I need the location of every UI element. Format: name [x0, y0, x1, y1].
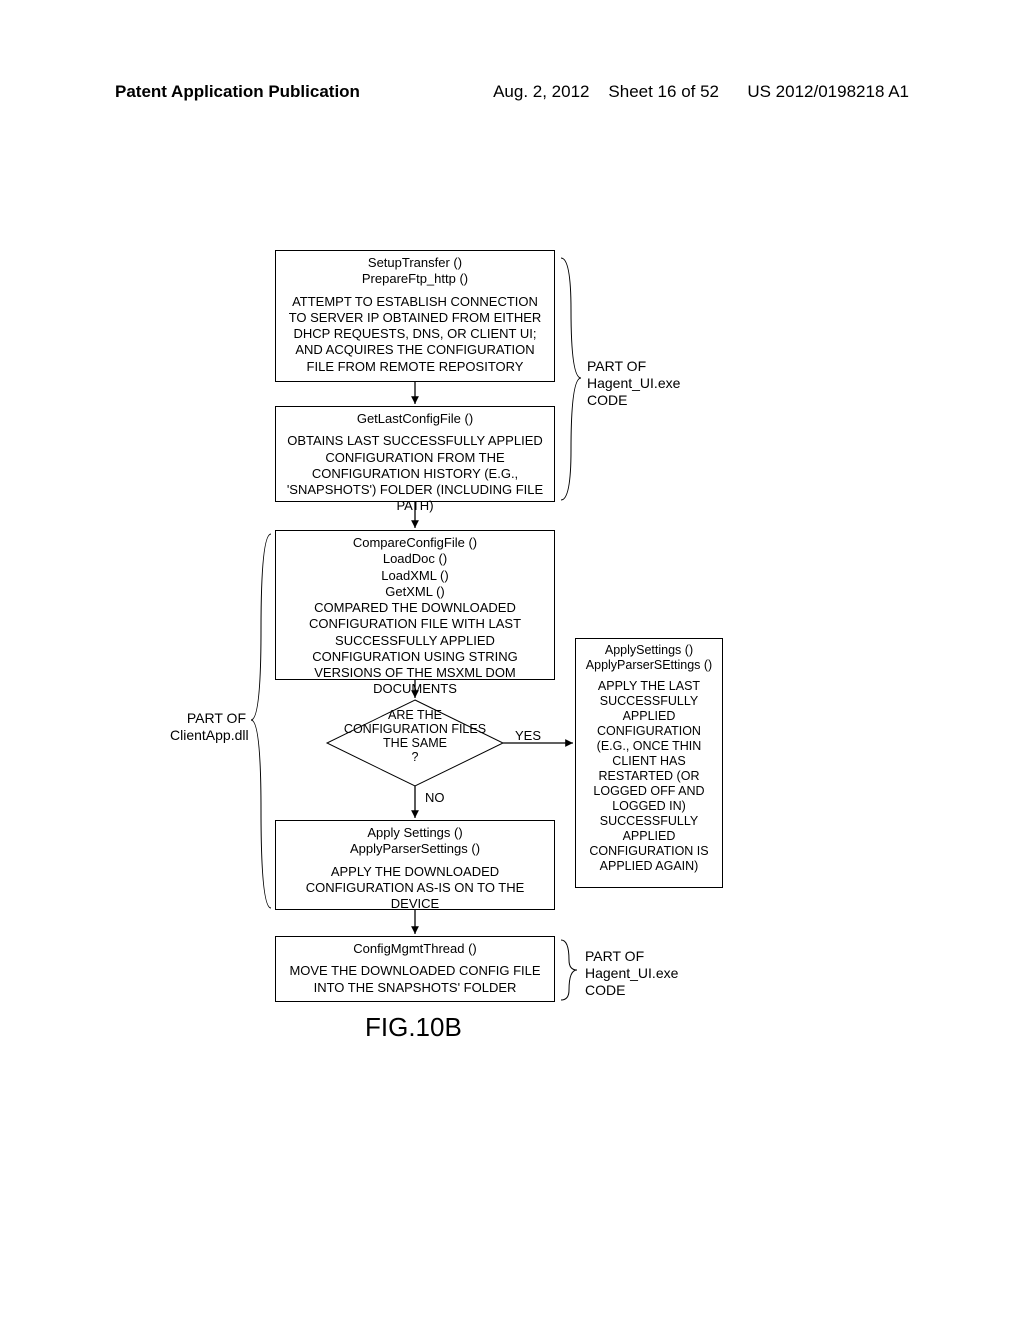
box-applydown-head: Apply Settings () ApplyParserSettings ()	[282, 825, 548, 858]
label-hagent-top: PART OF Hagent_UI.exe CODE	[587, 358, 680, 408]
box-applydown-body: APPLY THE DOWNLOADED CONFIGURATION AS-IS…	[282, 864, 548, 913]
box-compare-head: CompareConfigFile () LoadDoc () LoadXML …	[282, 535, 548, 600]
label-hagent-bottom: PART OF Hagent_UI.exe CODE	[585, 948, 678, 998]
decision-text: ARE THE CONFIGURATION FILES THE SAME ?	[335, 708, 495, 764]
box-compare: CompareConfigFile () LoadDoc () LoadXML …	[275, 530, 555, 680]
box-setup-head: SetupTransfer () PrepareFtp_http ()	[282, 255, 548, 288]
box-compare-body: COMPARED THE DOWNLOADED CONFIGURATION FI…	[282, 600, 548, 698]
header-sheet: Sheet 16 of 52	[608, 82, 719, 101]
box-setup-transfer: SetupTransfer () PrepareFtp_http () ATTE…	[275, 250, 555, 382]
box-setup-body: ATTEMPT TO ESTABLISH CONNECTION TO SERVE…	[282, 294, 548, 375]
label-no: NO	[425, 790, 445, 806]
label-yes: YES	[515, 728, 541, 744]
box-getlast: GetLastConfigFile () OBTAINS LAST SUCCES…	[275, 406, 555, 502]
box-getlast-head: GetLastConfigFile ()	[282, 411, 548, 427]
box-configmgmt-body: MOVE THE DOWNLOADED CONFIG FILE INTO THE…	[282, 963, 548, 996]
box-configmgmt-head: ConfigMgmtThread ()	[282, 941, 548, 957]
box-applylast-body: APPLY THE LAST SUCCESSFULLY APPLIED CONF…	[580, 679, 718, 874]
box-configmgmt: ConfigMgmtThread () MOVE THE DOWNLOADED …	[275, 936, 555, 1002]
box-apply-last: ApplySettings () ApplyParserSEttings () …	[575, 638, 723, 888]
header-left: Patent Application Publication	[115, 82, 360, 102]
header-date: Aug. 2, 2012	[493, 82, 589, 101]
page-header: Patent Application Publication Aug. 2, 2…	[0, 82, 1024, 102]
box-apply-downloaded: Apply Settings () ApplyParserSettings ()…	[275, 820, 555, 910]
label-clientapp: PART OF ClientApp.dll	[170, 710, 246, 744]
header-right: Aug. 2, 2012 Sheet 16 of 52 US 2012/0198…	[493, 82, 909, 102]
box-getlast-body: OBTAINS LAST SUCCESSFULLY APPLIED CONFIG…	[282, 433, 548, 514]
box-applylast-head: ApplySettings () ApplyParserSEttings ()	[580, 643, 718, 673]
header-pubnum: US 2012/0198218 A1	[747, 82, 909, 101]
figure-label: FIG.10B	[365, 1012, 462, 1043]
